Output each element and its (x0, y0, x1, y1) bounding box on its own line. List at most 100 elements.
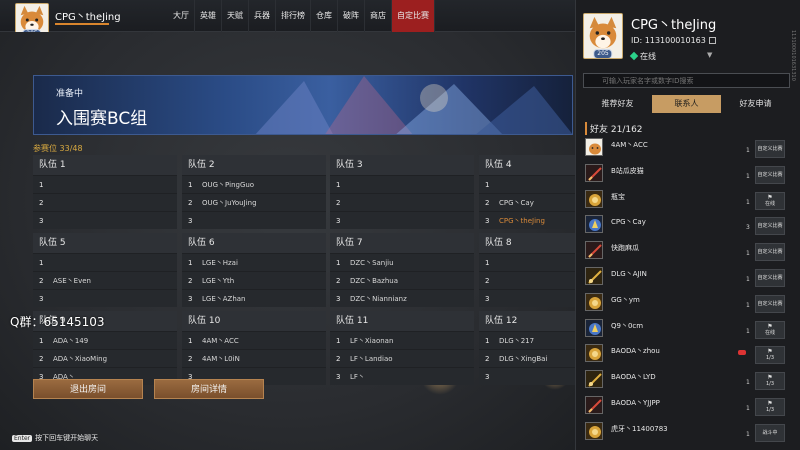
profile-avatar[interactable]: 205 (583, 13, 623, 59)
team-slot[interactable]: 2 OUG丶JuYouJing (182, 193, 326, 211)
team-slot[interactable]: 2 LF丶Landiao (330, 349, 474, 367)
team-slot[interactable]: 1 LF丶Xiaonan (330, 331, 474, 349)
nav-item[interactable]: 大厅 (168, 0, 195, 32)
friend-flag-button[interactable]: ⚑ 在线 (755, 191, 785, 210)
friend-party-count: 1 (746, 198, 750, 206)
team-slot[interactable]: 1 (479, 253, 575, 271)
friend-row[interactable]: 瓶宝 1 ⚑ 在线 (583, 188, 790, 213)
team-name: 队伍 12 (479, 311, 575, 331)
team-slot[interactable]: 2 CPG丶Cay (479, 193, 575, 211)
nav-item[interactable]: 仓库 (311, 0, 338, 32)
status-dropdown-icon[interactable]: ▼ (707, 51, 712, 59)
friend-name: GG丶ym (611, 295, 640, 304)
nav-item[interactable]: 兵器 (249, 0, 276, 32)
friend-row[interactable]: B站瓜皮猫 1 自定义比赛 (583, 162, 790, 187)
friend-flag-button[interactable]: ⚑ 1/3 (755, 398, 785, 416)
team-slot[interactable]: 3 LGE丶AZhan (182, 289, 326, 307)
slot-player-name: ADA丶149 (53, 337, 89, 345)
room-title: 入围赛BC组 (56, 109, 148, 129)
team-slot[interactable]: 2 (479, 271, 575, 289)
team-slot[interactable]: 1 4AM丶ACC (182, 331, 326, 349)
team-name: 队伍 3 (330, 155, 474, 175)
nav-item[interactable]: 排行榜 (276, 0, 311, 32)
friend-flag-button[interactable]: ⚑ 在线 (755, 320, 785, 339)
team-slot[interactable]: 2 (330, 193, 474, 211)
friend-tab[interactable]: 好友申请 (721, 95, 790, 113)
team-slot[interactable]: 1 (33, 253, 177, 271)
team-slot[interactable]: 1 (33, 175, 177, 193)
friend-status-button[interactable]: 战斗中 (755, 423, 785, 442)
slot-number: 2 (39, 277, 44, 285)
team-slot[interactable]: 2 ADA丶XiaoMing (33, 349, 177, 367)
team-slot[interactable]: 2 DZC丶Bazhua (330, 271, 474, 289)
nav-item[interactable]: 英雄 (195, 0, 222, 32)
slot-player-name: DZC丶Sanjiu (350, 259, 394, 267)
friend-row[interactable]: CPG丶Cay 3 自定义比赛 (583, 213, 790, 238)
friend-status-button[interactable]: 自定义比赛 (755, 294, 785, 313)
team-slot[interactable]: 1 DZC丶Sanjiu (330, 253, 474, 271)
team-slot[interactable]: 3 (479, 289, 575, 307)
team-slot[interactable]: 2 4AM丶L0iN (182, 349, 326, 367)
friend-row[interactable]: GG丶ym 1 自定义比赛 (583, 291, 790, 316)
friend-status-button[interactable]: 自定义比赛 (755, 165, 785, 184)
nav-item[interactable]: 破阵 (338, 0, 365, 32)
gold-emblem-icon (585, 421, 603, 440)
team-slot[interactable]: 3 (33, 211, 177, 229)
friend-row[interactable]: BAODA丶zhou ⚑ 1/3 (583, 342, 790, 367)
friend-tab[interactable]: 推荐好友 (583, 95, 652, 113)
exit-room-button[interactable]: 退出房间 (33, 379, 143, 399)
team-slot[interactable]: 3 (479, 367, 575, 385)
team-slot[interactable]: 1 (479, 175, 575, 193)
chat-hint: Enter 按下回车键开始聊天 (12, 433, 98, 443)
team-name: 队伍 6 (182, 233, 326, 253)
friend-name: BAODA丶YJJPP (611, 399, 660, 407)
slot-player-name: DZC丶Bazhua (350, 277, 399, 285)
nav-item[interactable]: 天赋 (222, 0, 249, 32)
banner-artwork (255, 76, 572, 134)
friend-status-button[interactable]: 自定义比赛 (755, 140, 785, 158)
friend-status-button[interactable]: 自定义比赛 (755, 269, 785, 287)
friend-search-input[interactable] (583, 73, 790, 88)
team-slot[interactable]: 1 DLG丶217 (479, 331, 575, 349)
slot-number: 1 (39, 337, 44, 345)
friend-row[interactable]: BAODA丶LYD 1 ⚑ 1/3 (583, 368, 790, 393)
friend-row[interactable]: 虎牙丶11400783 1 战斗中 (583, 420, 790, 445)
friend-row[interactable]: 快跑麻瓜 1 自定义比赛 (583, 239, 790, 264)
slot-number: 2 (336, 355, 341, 363)
friend-name: DLG丶AJIN (611, 270, 647, 278)
friend-row[interactable]: DLG丶AJIN 1 自定义比赛 (583, 265, 790, 290)
team-slot[interactable]: 1 (330, 175, 474, 193)
nav-item[interactable]: 自定比赛 (392, 0, 435, 32)
team-slot[interactable]: 3 DZC丶Niannianz (330, 289, 474, 307)
room-details-button[interactable]: 房间详情 (154, 379, 264, 399)
friend-tab[interactable]: 联系人 (652, 95, 721, 113)
team-slot[interactable]: 1 LGE丶Hzai (182, 253, 326, 271)
friend-party-count: 1 (746, 301, 750, 309)
team-slot[interactable]: 2 DLG丶XingBai (479, 349, 575, 367)
friend-row[interactable]: Q9丶0cm 1 ⚑ 在线 (583, 317, 790, 342)
nav-item[interactable]: 商店 (365, 0, 392, 32)
friend-tabs: 推荐好友 联系人 好友申请 (583, 95, 790, 113)
online-status-text: 在线 (640, 52, 656, 61)
friend-row[interactable]: BAODA丶YJJPP 1 ⚑ 1/3 (583, 394, 790, 419)
friend-name: 4AM丶ACC (611, 141, 648, 149)
team-slot[interactable]: 3 LF丶 (330, 367, 474, 385)
slot-number: 1 (336, 181, 341, 189)
team-slot[interactable]: 2 ASE丶Even (33, 271, 177, 289)
team-slot[interactable]: 1 OUG丶PingGuo (182, 175, 326, 193)
team-slot[interactable]: 3 (330, 211, 474, 229)
team-slot[interactable]: 3 CPG丶theJing (479, 211, 575, 229)
friend-flag-button[interactable]: ⚑ 1/3 (755, 372, 785, 391)
friend-status-button[interactable]: 自定义比赛 (755, 217, 785, 236)
friend-status-button[interactable]: 自定义比赛 (755, 243, 785, 262)
friend-row[interactable]: 4AM丶ACC 1 自定义比赛 (583, 136, 790, 161)
friend-flag-button[interactable]: ⚑ 1/3 (755, 346, 785, 365)
team-slot[interactable]: 2 LGE丶Yth (182, 271, 326, 289)
copy-icon[interactable] (708, 37, 716, 44)
team-slot[interactable]: 1 ADA丶149 (33, 331, 177, 349)
team-slot[interactable]: 2 (33, 193, 177, 211)
friend-name: 虎牙丶11400783 (611, 424, 668, 433)
team-slot[interactable]: 3 (182, 211, 326, 229)
team-slot[interactable]: 3 (33, 289, 177, 307)
online-status[interactable]: 在线 (629, 51, 656, 62)
